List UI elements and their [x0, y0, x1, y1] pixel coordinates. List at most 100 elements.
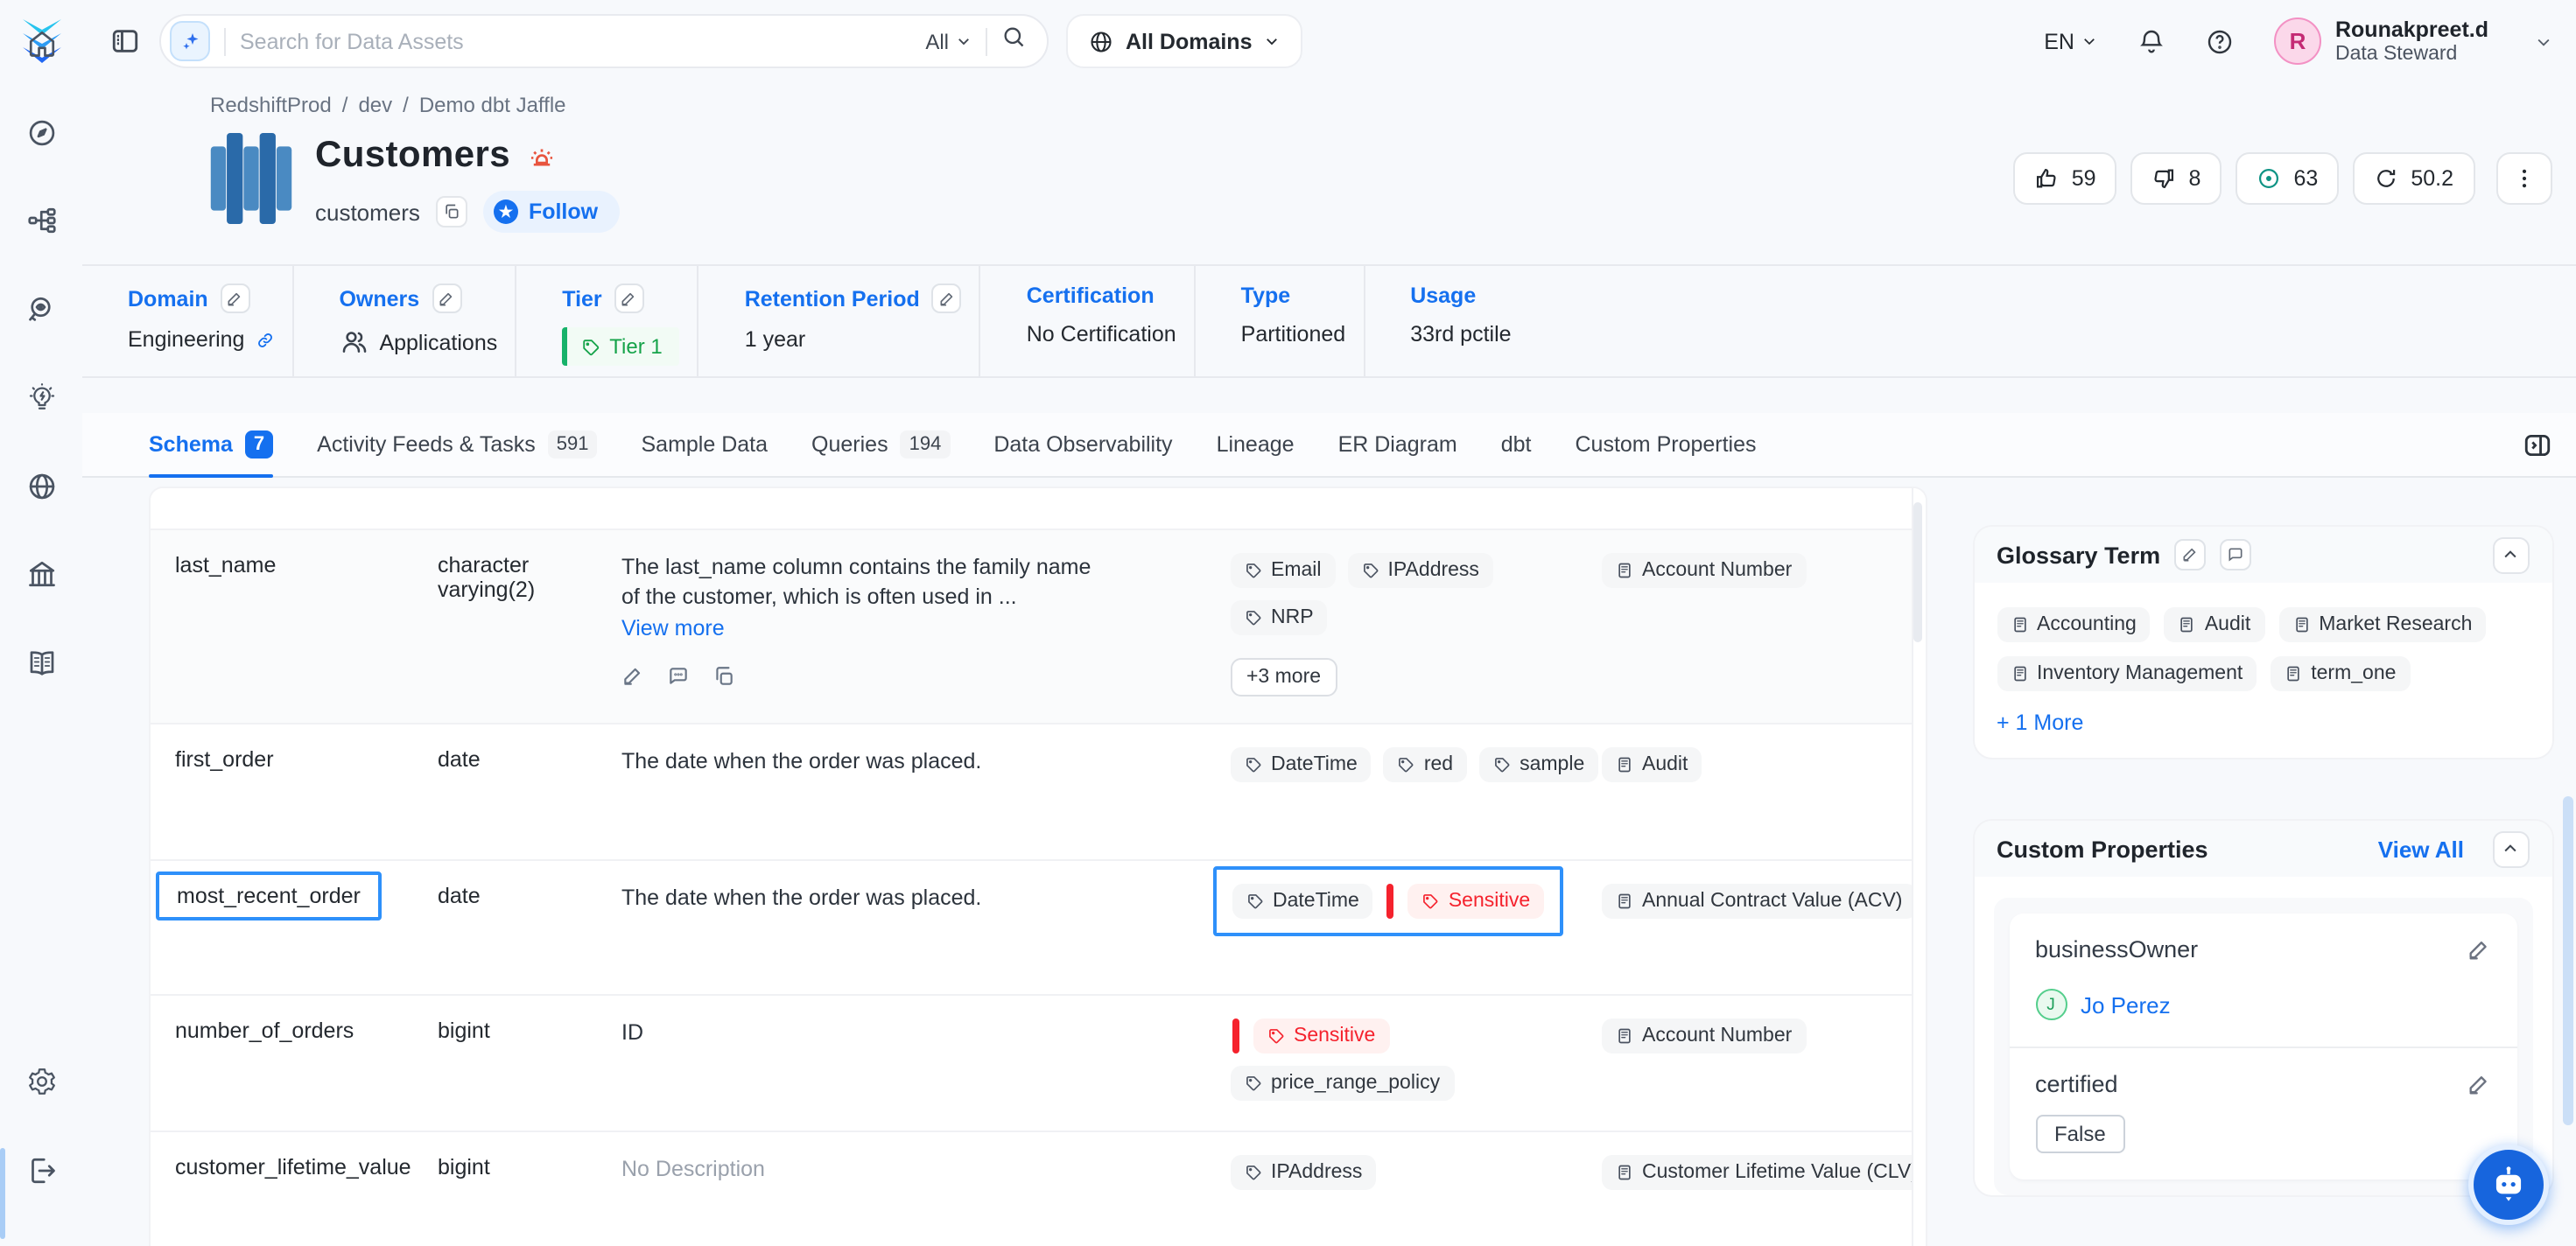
description-comment-icon[interactable]	[667, 665, 690, 688]
view-all-link[interactable]: View All	[2378, 836, 2464, 862]
more-actions-button[interactable]	[2495, 152, 2551, 205]
nav-top-group	[11, 14, 71, 721]
column-name[interactable]: last_name	[175, 553, 438, 723]
tab-er-diagram[interactable]: ER Diagram	[1338, 413, 1457, 476]
ai-sparkle-icon[interactable]	[170, 21, 210, 61]
table-scrollbar[interactable]	[1911, 488, 1925, 1246]
user-menu[interactable]: R Rounakpreet.d Data Steward	[2274, 17, 2551, 65]
sidebar-item-lineage[interactable]	[11, 191, 71, 250]
glossary-term-pill[interactable]: Account Number	[1602, 553, 1806, 588]
edit-certified-icon[interactable]	[2466, 1072, 2490, 1096]
glossary-term-pill[interactable]: Customer Lifetime Value (CLV)	[1602, 1155, 1927, 1190]
sidebar-item-logout[interactable]	[11, 1140, 71, 1200]
tag-pill[interactable]: red	[1384, 747, 1467, 782]
tab-activity-feeds-tasks[interactable]: Activity Feeds & Tasks591	[317, 413, 597, 476]
edit-description-icon[interactable]	[621, 665, 644, 688]
tab-lineage[interactable]: Lineage	[1217, 413, 1295, 476]
tab-dbt[interactable]: dbt	[1501, 413, 1532, 476]
tab-queries[interactable]: Queries194	[811, 413, 950, 476]
glossary-term-pill[interactable]: Inventory Management	[1997, 656, 2257, 691]
sidebar-item-glossary[interactable]	[11, 633, 71, 692]
view-more-link[interactable]: View more	[621, 616, 725, 640]
sidebar-item-domains[interactable]	[11, 456, 71, 515]
language-dropdown[interactable]: EN	[2044, 29, 2097, 53]
sidebar-toggle-icon[interactable]	[107, 24, 142, 59]
downvote-button[interactable]: 8	[2131, 152, 2222, 205]
page-scrollbar[interactable]	[2562, 796, 2572, 1125]
chatbot-button[interactable]	[2467, 1144, 2548, 1225]
metadata-band: DomainEngineeringOwnersApplicationsTierT…	[82, 264, 2576, 378]
sidebar-item-explore[interactable]	[11, 102, 71, 162]
tag-pill[interactable]: sample	[1479, 747, 1598, 782]
user-avatar[interactable]: R	[2274, 18, 2321, 65]
sidebar-item-governance[interactable]	[11, 544, 71, 604]
breadcrumb-item[interactable]: Demo dbt Jaffle	[419, 93, 566, 117]
glossary-more-link[interactable]: + 1 More	[1997, 710, 2529, 735]
tag-pill[interactable]: Email	[1231, 553, 1336, 588]
tab-custom-properties[interactable]: Custom Properties	[1576, 413, 1757, 476]
sidebar-item-settings[interactable]	[11, 1052, 71, 1111]
quality-score-button[interactable]: 50.2	[2353, 152, 2474, 205]
column-name[interactable]: customer_lifetime_value	[175, 1155, 438, 1246]
sidebar-item-home[interactable]	[11, 14, 71, 74]
edit-businessOwner-icon[interactable]	[2466, 937, 2490, 962]
custom-properties-collapse-icon[interactable]	[2492, 830, 2529, 867]
sidebar-item-insights[interactable]	[11, 368, 71, 427]
edit-tier-icon[interactable]	[614, 284, 644, 313]
views-button[interactable]: 63	[2236, 152, 2340, 205]
glossary-term-pill[interactable]: Accounting	[1997, 607, 2151, 642]
copy-icon[interactable]	[436, 196, 467, 228]
column-name[interactable]: most_recent_order	[175, 884, 438, 994]
search-icon[interactable]	[1001, 24, 1026, 58]
tag-pill[interactable]: IPAddress	[1348, 553, 1493, 588]
upvote-button[interactable]: 59	[2014, 152, 2117, 205]
search-input[interactable]: Search for Data Assets	[240, 29, 911, 53]
tab-data-observability[interactable]: Data Observability	[993, 413, 1172, 476]
tag-pill[interactable]: price_range_policy	[1231, 1066, 1454, 1101]
glossary-term-pill[interactable]: Audit	[2165, 607, 2264, 642]
tag-pill[interactable]: DateTime	[1231, 747, 1372, 782]
glossary-term-pill[interactable]: Annual Contract Value (ACV)	[1602, 884, 1916, 919]
highlighted-column-name[interactable]: most_recent_order	[156, 872, 382, 920]
search-scope-dropdown[interactable]: All	[925, 29, 972, 53]
edit-owners-icon[interactable]	[432, 284, 461, 313]
schema-table: last_namecharacter varying(2)The last_na…	[149, 486, 1927, 1246]
notifications-bell-icon[interactable]	[2137, 27, 2165, 55]
owner-link[interactable]: Jo Perez	[2081, 991, 2171, 1018]
edit-glossary-icon[interactable]	[2174, 539, 2206, 570]
edit-retention-period-icon[interactable]	[932, 284, 962, 313]
glossary-collapse-icon[interactable]	[2492, 536, 2529, 573]
more-tags-pill[interactable]: +3 more	[1231, 658, 1337, 696]
meta-value[interactable]: Engineering	[128, 327, 274, 352]
sidebar-item-observability[interactable]	[11, 279, 71, 339]
tab-sample-data[interactable]: Sample Data	[642, 413, 769, 476]
edit-domain-icon[interactable]	[221, 284, 250, 313]
glossary-term-pill[interactable]: Market Research	[2278, 607, 2486, 642]
kebab-menu-icon	[2511, 166, 2536, 191]
right-panel-toggle-icon[interactable]	[2522, 430, 2551, 459]
glossary-term-pill[interactable]: term_one	[2271, 656, 2410, 691]
glossary-term-pill[interactable]: Account Number	[1602, 1018, 1806, 1054]
all-domains-button[interactable]: All Domains	[1066, 14, 1303, 68]
incident-alert-icon[interactable]	[526, 141, 556, 171]
tab-schema[interactable]: Schema7	[149, 413, 273, 476]
column-name[interactable]: first_order	[175, 747, 438, 859]
tag-pill[interactable]: Sensitive	[1253, 1018, 1389, 1054]
follow-button[interactable]: ★ Follow	[483, 191, 619, 233]
tag-pill[interactable]: IPAddress	[1231, 1155, 1376, 1190]
rail-scrollbar[interactable]	[0, 1148, 5, 1239]
glossary-term-pill[interactable]: Audit	[1602, 747, 1702, 782]
tag-pill[interactable]: Sensitive	[1408, 884, 1544, 919]
help-icon[interactable]	[2206, 27, 2234, 55]
meta-value[interactable]: Applications	[339, 327, 497, 357]
tag-pill[interactable]: NRP	[1231, 600, 1328, 635]
description-copy-icon[interactable]	[712, 665, 735, 688]
breadcrumb-item[interactable]: dev	[358, 93, 392, 117]
global-search[interactable]: Search for Data Assets All	[159, 14, 1049, 68]
column-name[interactable]: number_of_orders	[175, 1018, 438, 1130]
tag-pill[interactable]: DateTime	[1232, 884, 1373, 919]
meta-value[interactable]: Tier 1	[562, 327, 679, 366]
meta-label: Type	[1241, 284, 1291, 308]
glossary-comment-icon[interactable]	[2220, 539, 2251, 570]
breadcrumb-item[interactable]: RedshiftProd	[210, 93, 332, 117]
